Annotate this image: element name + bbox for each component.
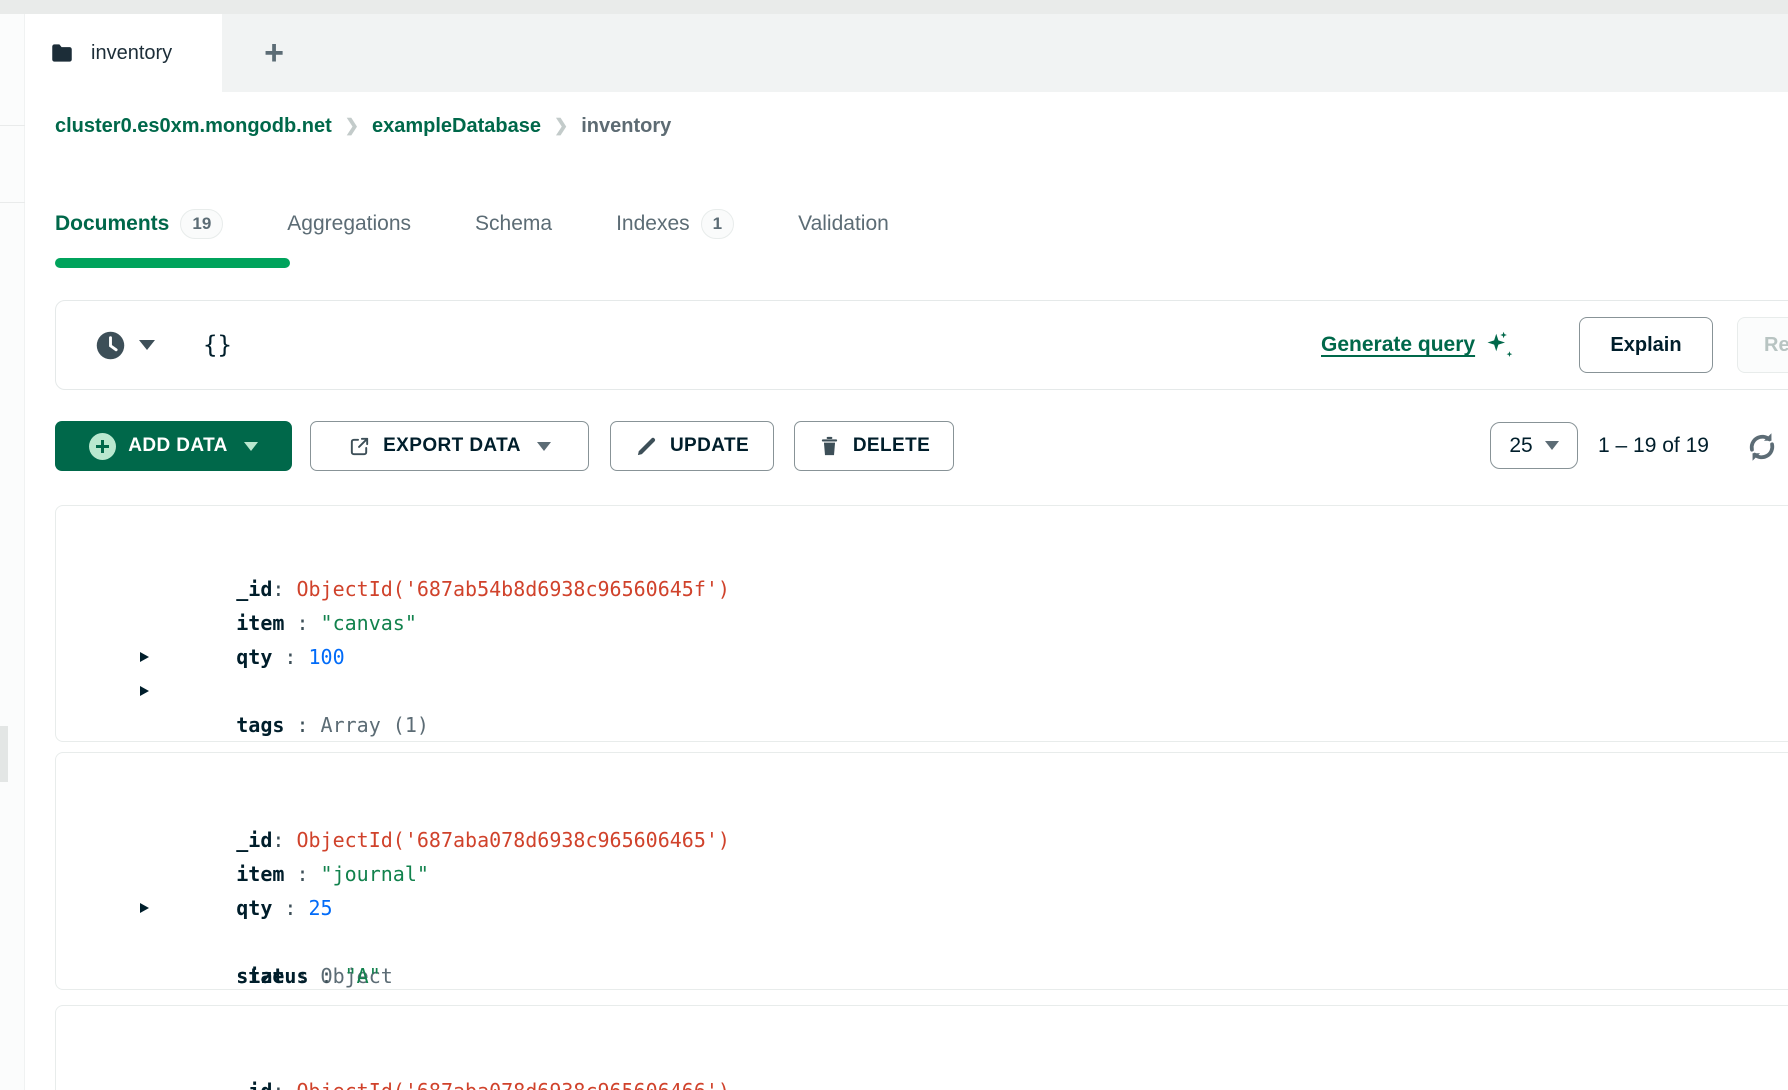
document-field: item : "mat" — [56, 1074, 1788, 1090]
document-field: _id: ObjectId('687ab54b8d6938c96560645f'… — [56, 538, 1788, 572]
reset-button[interactable]: Re — [1737, 317, 1788, 373]
document-field: size : Object — [56, 674, 1788, 708]
document-field: status : "A" — [56, 925, 1788, 959]
chevron-down-icon — [1545, 441, 1559, 450]
document-field: _id: ObjectId('687aba078d6938c965606466'… — [56, 1040, 1788, 1074]
window-top-strip — [0, 0, 1788, 14]
tab-aggregations[interactable]: Aggregations — [287, 212, 411, 236]
breadcrumb: cluster0.es0xm.mongodb.net ❯ exampleData… — [55, 108, 671, 144]
sparkle-icon — [1485, 330, 1515, 360]
collapsed-sidebar-edge — [0, 14, 25, 1090]
sidebar-divider — [0, 125, 25, 126]
clock-icon — [94, 329, 127, 362]
export-icon — [348, 435, 371, 458]
explain-button[interactable]: Explain — [1579, 317, 1713, 373]
document-field: qty : 25 — [56, 857, 1788, 891]
expand-caret-icon[interactable] — [140, 686, 149, 696]
plus-circle-icon — [89, 433, 116, 460]
breadcrumb-collection-current: inventory — [581, 115, 671, 138]
tab-indexes[interactable]: Indexes 1 — [616, 209, 734, 239]
sidebar-divider — [0, 202, 25, 203]
refresh-icon[interactable] — [1744, 429, 1780, 465]
query-history-button[interactable] — [94, 301, 155, 389]
document-card[interactable]: _id: ObjectId('687ab54b8d6938c96560645f'… — [55, 505, 1788, 742]
chevron-down-icon — [244, 442, 258, 451]
delete-button[interactable]: DELETE — [794, 421, 954, 471]
pencil-icon — [635, 435, 658, 458]
document-field: item : "journal" — [56, 823, 1788, 857]
tab-documents[interactable]: Documents 19 — [55, 209, 223, 239]
document-card[interactable]: _id: ObjectId('687aba078d6938c965606465'… — [55, 752, 1788, 990]
document-card[interactable]: _id: ObjectId('687aba078d6938c965606466'… — [55, 1005, 1788, 1090]
chevron-down-icon — [139, 340, 155, 350]
update-button[interactable]: UPDATE — [610, 421, 774, 471]
workspace-tab-bar: inventory + — [25, 14, 1788, 92]
scrollbar-thumb[interactable] — [0, 726, 8, 782]
document-field: item : "canvas" — [56, 572, 1788, 606]
breadcrumb-cluster-link[interactable]: cluster0.es0xm.mongodb.net — [55, 115, 332, 138]
collection-tab-nav: Documents 19 Aggregations Schema Indexes… — [55, 198, 889, 250]
new-tab-button[interactable]: + — [243, 14, 305, 92]
page-size-select[interactable]: 25 — [1490, 422, 1578, 469]
indexes-count-badge: 1 — [701, 209, 734, 239]
document-field: _id: ObjectId('687aba078d6938c965606465'… — [56, 789, 1788, 823]
generate-query-link[interactable]: Generate query — [1321, 301, 1515, 389]
query-bar: {} Generate query Explain Re — [55, 300, 1788, 390]
compass-collection-view: inventory + cluster0.es0xm.mongodb.net ❯… — [0, 0, 1788, 1090]
add-data-button[interactable]: ADD DATA — [55, 421, 292, 471]
export-data-button[interactable]: EXPORT DATA — [310, 421, 589, 471]
plus-icon: + — [264, 34, 284, 73]
tab-schema[interactable]: Schema — [475, 212, 552, 236]
tab-validation[interactable]: Validation — [798, 212, 889, 236]
chevron-right-icon: ❯ — [554, 116, 568, 136]
expand-caret-icon[interactable] — [140, 903, 149, 913]
folder-icon — [49, 40, 75, 66]
chevron-down-icon — [537, 442, 551, 451]
breadcrumb-database-link[interactable]: exampleDatabase — [372, 115, 541, 138]
crud-toolbar: ADD DATA EXPORT DATA UPDATE DELETE 25 — [0, 421, 1788, 471]
chevron-right-icon: ❯ — [345, 116, 359, 136]
query-filter-input[interactable]: {} — [203, 301, 232, 389]
workspace-tab-label: inventory — [91, 42, 172, 65]
results-range-label: 1 – 19 of 19 — [1598, 421, 1709, 471]
document-field: tags : Array (1) — [56, 640, 1788, 674]
document-field: qty : 100 — [56, 606, 1788, 640]
workspace-tab-inventory[interactable]: inventory — [25, 14, 222, 92]
document-field: size : Object — [56, 891, 1788, 925]
trash-icon — [818, 435, 841, 458]
expand-caret-icon[interactable] — [140, 652, 149, 662]
documents-count-badge: 19 — [180, 209, 223, 239]
active-tab-underline — [55, 258, 290, 268]
